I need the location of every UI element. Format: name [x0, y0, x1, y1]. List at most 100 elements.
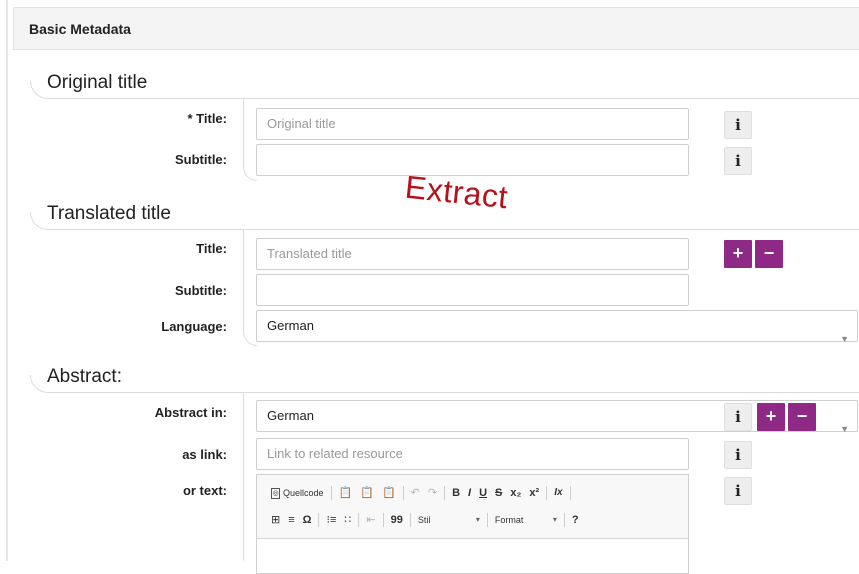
section-title-abstract: Abstract: — [47, 366, 122, 387]
left-border — [6, 0, 8, 561]
toolbar-separator — [409, 513, 411, 527]
add-button[interactable]: + — [757, 403, 785, 431]
related-resource-link-placeholder: Link to related resource — [267, 446, 403, 461]
special-character-icon[interactable]: Ω — [299, 510, 316, 530]
outdent-icon[interactable]: ⇤ — [362, 510, 379, 530]
help-icon[interactable]: ? — [568, 510, 583, 530]
remove-format-button[interactable]: Ix — [550, 483, 566, 503]
bulleted-list-icon[interactable]: ∷ — [340, 510, 355, 530]
strikethrough-button[interactable]: S — [491, 483, 506, 503]
plus-icon: + — [732, 243, 744, 263]
info-button[interactable]: i — [724, 477, 752, 505]
info-button[interactable]: i — [724, 147, 752, 175]
original-title-placeholder: Original title — [267, 116, 336, 131]
redo-icon[interactable]: ↷ — [424, 483, 441, 503]
toolbar-separator — [318, 513, 320, 527]
translated-title-placeholder: Translated title — [267, 246, 352, 261]
info-icon: i — [735, 482, 741, 500]
toolbar-separator — [563, 513, 565, 527]
section-title-translated: Translated title — [47, 203, 171, 224]
title-label: * Title: — [187, 111, 228, 126]
underline-button[interactable]: U — [475, 483, 491, 503]
panel-header: Basic Metadata — [13, 7, 859, 50]
info-icon: i — [735, 408, 741, 426]
toolbar-separator — [444, 486, 446, 500]
abstract-in-label: Abstract in: — [154, 405, 227, 420]
subtitle-label: Subtitle: — [175, 283, 227, 298]
toolbar-separator — [402, 486, 404, 500]
original-title-input[interactable]: Original title — [256, 108, 689, 140]
editor-toolbar: ◎ Quellcode 📋 📋 📋 ↶ ↷ B I U S x₂ x² Ix ⊞… — [257, 475, 688, 539]
toolbar-separator — [569, 486, 571, 500]
paste-icon[interactable]: 📋 — [335, 483, 357, 503]
blockquote-icon[interactable]: 99 — [387, 510, 407, 530]
toolbar-separator — [358, 513, 360, 527]
language-label: Language: — [161, 319, 227, 334]
remove-button[interactable]: − — [788, 403, 816, 431]
section-divider — [47, 392, 859, 393]
toolbar-row-2: ⊞ ≡ Ω ⁝≡ ∷ ⇤ 99 Stil ▾ Format ▾ ? — [267, 510, 583, 530]
chevron-down-icon: ▾ — [475, 515, 480, 524]
as-link-label: as link: — [182, 447, 227, 462]
source-icon: ◎ — [271, 487, 280, 499]
toolbar-separator — [382, 513, 384, 527]
related-resource-link-input[interactable]: Link to related resource — [256, 438, 689, 470]
vertical-curve — [243, 167, 257, 181]
section-curve — [30, 212, 48, 230]
section-title-original: Original title — [47, 72, 148, 93]
format-dropdown[interactable]: Format ▾ — [491, 510, 561, 530]
translated-subtitle-input[interactable] — [256, 274, 689, 306]
subtitle-label: Subtitle: — [175, 152, 227, 167]
table-icon[interactable]: ⊞ — [267, 510, 284, 530]
toolbar-separator — [486, 513, 488, 527]
plus-icon: + — [765, 406, 777, 426]
language-value: German — [267, 318, 314, 333]
undo-icon[interactable]: ↶ — [407, 483, 424, 503]
italic-button[interactable]: I — [464, 483, 475, 503]
toolbar-separator — [330, 486, 332, 500]
chevron-down-icon: ▼ — [840, 334, 849, 344]
translated-title-input[interactable]: Translated title — [256, 238, 689, 270]
paste-word-icon[interactable]: 📋 — [378, 483, 400, 503]
original-subtitle-input[interactable] — [256, 144, 689, 176]
info-icon: i — [735, 152, 741, 170]
info-button[interactable]: i — [724, 441, 752, 469]
info-icon: i — [735, 116, 741, 134]
vertical-divider — [243, 392, 244, 561]
horizontal-rule-icon[interactable]: ≡ — [284, 510, 298, 530]
superscript-button[interactable]: x² — [525, 483, 543, 503]
vertical-curve — [243, 332, 257, 346]
add-button[interactable]: + — [724, 240, 752, 268]
toolbar-separator — [546, 486, 548, 500]
bold-button[interactable]: B — [448, 483, 464, 503]
chevron-down-icon: ▼ — [840, 424, 849, 434]
toolbar-row-1: ◎ Quellcode 📋 📋 📋 ↶ ↷ B I U S x₂ x² Ix — [267, 483, 574, 503]
remove-button[interactable]: − — [755, 240, 783, 268]
info-icon: i — [735, 446, 741, 464]
minus-icon: − — [763, 243, 775, 263]
section-curve — [30, 375, 48, 393]
panel-title: Basic Metadata — [29, 21, 131, 37]
vertical-divider — [243, 229, 244, 333]
info-button[interactable]: i — [724, 403, 752, 431]
or-text-label: or text: — [182, 483, 227, 498]
numbered-list-icon[interactable]: ⁝≡ — [322, 510, 340, 530]
style-dropdown[interactable]: Stil ▾ — [414, 510, 484, 530]
language-select[interactable]: German ▼ — [256, 310, 858, 344]
style-dropdown-label: Stil — [417, 515, 431, 525]
section-curve — [30, 81, 48, 99]
format-dropdown-label: Format — [494, 515, 524, 525]
title-label: Title: — [196, 241, 227, 256]
section-divider — [47, 98, 859, 99]
info-button[interactable]: i — [724, 111, 752, 139]
source-button[interactable]: ◎ Quellcode — [267, 483, 328, 503]
abstract-language-value: German — [267, 408, 314, 423]
subscript-button[interactable]: x₂ — [506, 483, 525, 503]
chevron-down-icon: ▾ — [552, 515, 557, 524]
section-divider — [47, 229, 859, 230]
minus-icon: − — [796, 406, 808, 426]
paste-text-icon[interactable]: 📋 — [356, 483, 378, 503]
vertical-divider — [243, 98, 244, 168]
source-label: Quellcode — [283, 488, 324, 498]
rich-text-editor[interactable]: ◎ Quellcode 📋 📋 📋 ↶ ↷ B I U S x₂ x² Ix ⊞… — [256, 474, 689, 574]
